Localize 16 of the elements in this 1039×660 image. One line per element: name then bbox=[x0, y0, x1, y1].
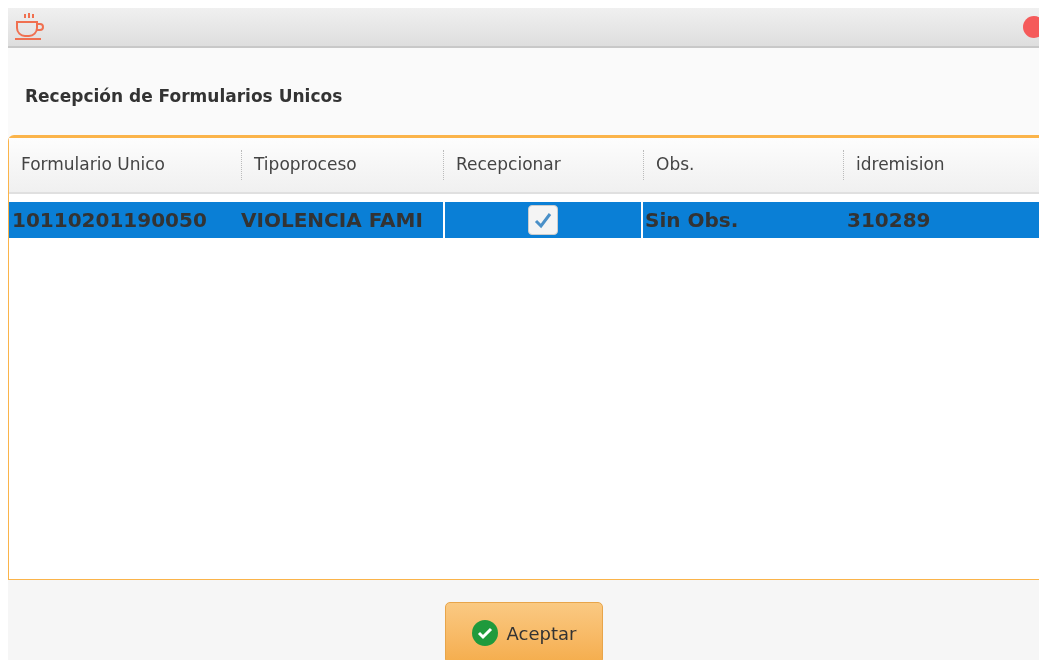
check-circle-icon bbox=[470, 619, 499, 647]
table-cell: 10110201190050 bbox=[12, 208, 207, 232]
dialog-title: Recepción de Formularios Unicos bbox=[25, 84, 343, 108]
checkbox[interactable] bbox=[528, 205, 558, 235]
coffee-cup-icon bbox=[12, 12, 46, 42]
column-header[interactable]: Obs. bbox=[656, 152, 695, 178]
accept-button[interactable]: Aceptar bbox=[444, 602, 603, 660]
column-header[interactable]: idremision bbox=[856, 152, 945, 178]
column-header[interactable]: Formulario Unico bbox=[21, 152, 165, 178]
table-cell: 310289 bbox=[847, 208, 931, 232]
column-header[interactable]: Recepcionar bbox=[456, 152, 561, 178]
table-cell: VIOLENCIA FAMI bbox=[241, 208, 423, 232]
table-cell: Sin Obs. bbox=[645, 208, 739, 232]
close-button[interactable] bbox=[1023, 16, 1039, 38]
checkmark-icon bbox=[533, 211, 553, 229]
column-header[interactable]: Tipoproceso bbox=[254, 152, 357, 178]
